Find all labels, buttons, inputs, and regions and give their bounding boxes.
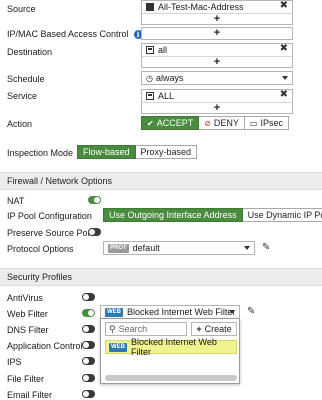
nat-label: NAT xyxy=(7,196,25,206)
schedule-icon: ◷ xyxy=(146,73,153,83)
destination-entry-label: all xyxy=(158,45,168,55)
ip-pool-label: IP Pool Configuration xyxy=(7,211,92,221)
add-ipmac-button[interactable]: + xyxy=(142,28,292,39)
chevron-down-icon xyxy=(229,310,235,314)
protocol-options-dropdown[interactable]: PROT default xyxy=(103,241,255,255)
search-input[interactable]: ⚲ Search xyxy=(105,322,187,336)
accept-label: ACCEPT xyxy=(156,118,194,128)
accept-button[interactable]: ✔ ACCEPT xyxy=(141,116,200,130)
schedule-value: always xyxy=(155,73,184,83)
preserve-port-toggle[interactable] xyxy=(88,228,101,236)
edit-icon[interactable]: ✎ xyxy=(247,306,255,317)
file-filter-toggle[interactable] xyxy=(82,374,95,382)
create-label: Create xyxy=(204,324,232,334)
destination-entry[interactable]: all ✖ xyxy=(142,43,292,56)
scrollbar[interactable] xyxy=(105,375,237,381)
deny-icon: ⊘ xyxy=(204,118,211,128)
web-filter-dropdown[interactable]: WEB Blocked Internet Web Filter xyxy=(100,305,240,319)
web-filter-popup: ⚲ Search + Create WEB Blocked Internet W… xyxy=(100,318,240,384)
action-buttons: ✔ ACCEPT ⊘ DENY ▭ IPsec xyxy=(141,116,290,130)
schedule-dropdown[interactable]: ◷ always xyxy=(141,71,293,85)
inspection-mode-buttons: Flow-based Proxy-based xyxy=(77,145,198,159)
flow-based-button[interactable]: Flow-based xyxy=(77,145,136,159)
email-filter-toggle[interactable] xyxy=(82,390,95,398)
service-label: Service xyxy=(7,91,38,101)
protocol-options-value: default xyxy=(132,243,160,253)
service-entry-label: ALL xyxy=(158,91,175,101)
remove-icon[interactable]: ✖ xyxy=(280,89,288,100)
chevron-down-icon xyxy=(244,246,250,250)
source-label: Source xyxy=(7,4,36,14)
ip-pool-buttons: Use Outgoing Interface Address Use Dynam… xyxy=(103,208,322,222)
web-badge: WEB xyxy=(109,342,127,352)
antivirus-label: AntiVirus xyxy=(7,293,43,303)
service-select[interactable]: ALL ✖ + xyxy=(141,89,293,114)
create-button[interactable]: + Create xyxy=(191,322,237,336)
firewall-section-header: Firewall / Network Options xyxy=(0,172,322,190)
inspection-mode-label: Inspection Mode xyxy=(7,148,74,158)
list-item-label: Blocked Internet Web Filter xyxy=(131,337,217,357)
ipsec-label: IPsec xyxy=(260,118,284,128)
add-source-button[interactable]: + xyxy=(142,13,292,25)
proxy-based-button[interactable]: Proxy-based xyxy=(135,145,198,159)
schedule-label: Schedule xyxy=(7,74,45,84)
app-control-toggle[interactable] xyxy=(82,341,95,349)
nat-toggle[interactable] xyxy=(88,196,101,204)
web-filter-value: Blocked Internet Web Filter xyxy=(127,307,236,317)
destination-select[interactable]: all ✖ + xyxy=(141,43,293,68)
ipmac-label: IP/MAC Based Access Control i xyxy=(7,29,143,39)
ips-toggle[interactable] xyxy=(82,357,95,365)
dynamic-ip-pool-button[interactable]: Use Dynamic IP Pool xyxy=(242,208,322,222)
antivirus-toggle[interactable] xyxy=(82,293,95,301)
service-icon xyxy=(146,92,154,100)
address-icon xyxy=(146,46,154,54)
ipmac-select[interactable]: + xyxy=(141,27,293,40)
service-entry[interactable]: ALL ✖ xyxy=(142,89,292,102)
add-destination-button[interactable]: + xyxy=(142,56,292,68)
deny-button[interactable]: ⊘ DENY xyxy=(199,116,245,130)
deny-label: DENY xyxy=(213,118,239,128)
action-label: Action xyxy=(7,119,33,129)
ipmac-label-text: IP/MAC Based Access Control xyxy=(7,29,129,39)
source-entry[interactable]: All-Test-Mac-Address ✖ xyxy=(142,0,292,13)
app-control-label: Application Control xyxy=(7,341,83,351)
list-item[interactable]: WEB Blocked Internet Web Filter xyxy=(105,337,237,357)
chevron-down-icon xyxy=(282,76,288,80)
outgoing-interface-button[interactable]: Use Outgoing Interface Address xyxy=(103,208,243,222)
security-section-header: Security Profiles xyxy=(0,268,322,286)
search-placeholder: Search xyxy=(118,324,148,334)
file-filter-label: File Filter xyxy=(7,374,45,384)
destination-label: Destination xyxy=(7,47,53,57)
add-service-button[interactable]: + xyxy=(142,102,292,114)
web-filter-toggle[interactable] xyxy=(82,309,95,317)
plus-icon: + xyxy=(196,324,202,334)
source-entry-label: All-Test-Mac-Address xyxy=(158,2,244,12)
dns-filter-label: DNS Filter xyxy=(7,325,49,335)
prot-badge: PROT xyxy=(108,243,129,253)
ips-label: IPS xyxy=(7,357,22,367)
web-badge: WEB xyxy=(105,307,123,317)
remove-icon[interactable]: ✖ xyxy=(280,0,288,11)
email-filter-label: Email Filter xyxy=(7,390,53,400)
search-icon: ⚲ xyxy=(109,323,116,334)
laptop-icon: ▭ xyxy=(249,118,258,128)
web-filter-label: Web Filter xyxy=(7,309,48,319)
ipsec-button[interactable]: ▭ IPsec xyxy=(244,116,290,130)
dns-filter-toggle[interactable] xyxy=(82,325,95,333)
source-select[interactable]: All-Test-Mac-Address ✖ + xyxy=(141,0,293,25)
protocol-options-label: Protocol Options xyxy=(7,244,74,254)
preserve-port-label: Preserve Source Port xyxy=(7,228,94,238)
address-icon xyxy=(146,3,154,11)
check-icon: ✔ xyxy=(147,118,154,128)
edit-icon[interactable]: ✎ xyxy=(262,242,270,253)
remove-icon[interactable]: ✖ xyxy=(280,43,288,54)
